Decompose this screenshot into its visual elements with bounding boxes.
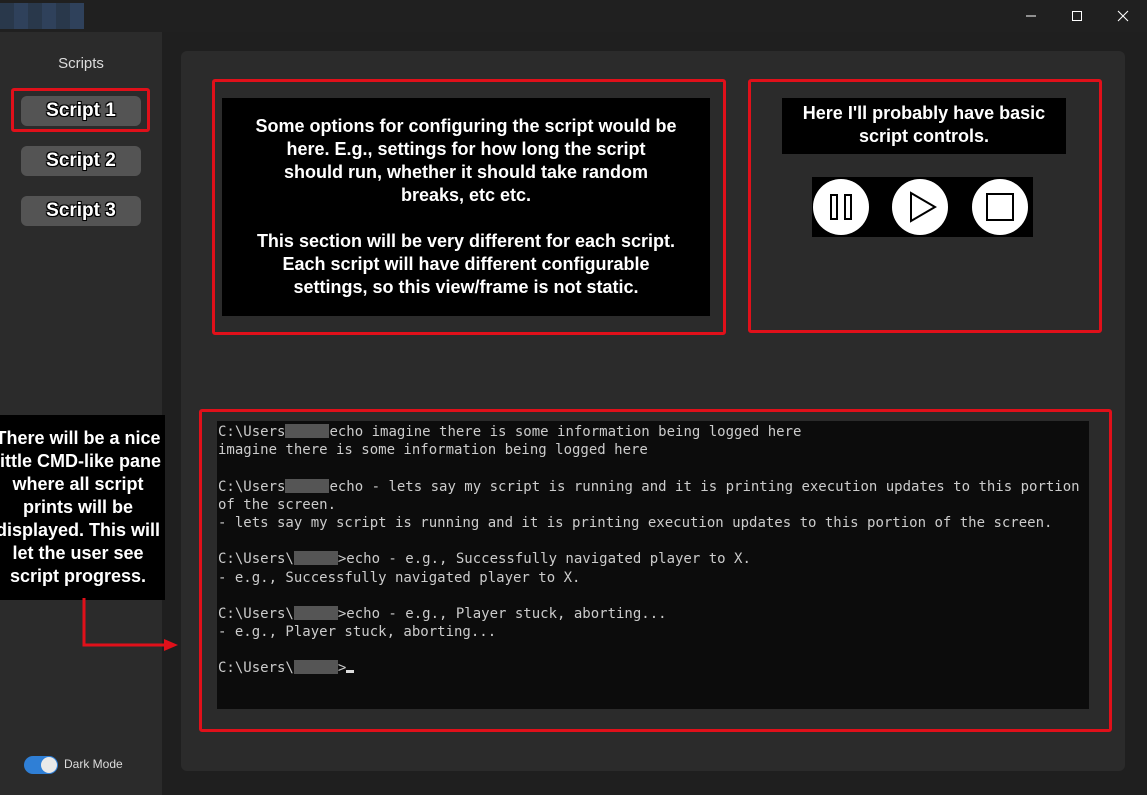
sidebar-item-script-2[interactable]: Script 2: [21, 146, 141, 176]
dark-mode-toggle[interactable]: [24, 756, 58, 774]
console-command: >: [337, 660, 347, 677]
console-prompt: C:\Users\: [218, 660, 294, 677]
console-command: echo imagine there is some information b…: [329, 424, 802, 440]
console-line: - e.g., Player stuck, aborting...: [218, 624, 497, 641]
redacted-username: [293, 660, 338, 675]
title-bar: [0, 0, 1147, 32]
sidebar-title: Scripts: [58, 55, 104, 72]
console-line: C:\Users\ >echo - e.g., Player stuck, abo…: [218, 605, 1089, 623]
selected-highlight: [11, 88, 150, 132]
stop-icon: [986, 193, 1014, 221]
console-line: C:\Users echo - lets say my script is run…: [218, 478, 1089, 496]
redacted-username: [293, 551, 338, 566]
console-prompt: C:\Users\: [218, 605, 294, 622]
play-icon: [910, 191, 937, 223]
stop-button[interactable]: [972, 179, 1028, 235]
close-icon: [1117, 10, 1129, 22]
console-line: - lets say my script is running and it i…: [218, 514, 1053, 531]
redacted-username: [293, 605, 338, 620]
pause-icon: [830, 194, 852, 220]
console-line: imagine there is some information being …: [218, 442, 648, 459]
app-window: Scripts Script 1 Script 2 Script 3 Dark …: [0, 0, 1147, 795]
annotation-text: There will be a nice little CMD-like pan…: [0, 428, 162, 586]
config-paragraph-1: Some options for configuring the script …: [255, 116, 677, 205]
config-panel: Some options for configuring the script …: [222, 98, 710, 316]
controls-caption: Here I'll probably have basic script con…: [782, 98, 1066, 154]
redacted-username: [285, 424, 330, 438]
console-line: of the screen.: [218, 496, 337, 513]
console-line: - e.g., Successfully navigated player to…: [218, 569, 581, 586]
console-command: echo - lets say my script is running and…: [329, 478, 1080, 495]
app-icon: [0, 3, 84, 29]
console-cursor: [346, 670, 355, 674]
sidebar: Scripts Script 1 Script 2 Script 3 Dark …: [0, 32, 162, 795]
console-prompt: C:\Users: [218, 478, 286, 495]
sidebar-item-script-3[interactable]: Script 3: [21, 196, 141, 226]
dark-mode-label: Dark Mode: [64, 757, 123, 771]
console-prompt: C:\Users\: [218, 551, 294, 568]
console-command: >echo - e.g., Player stuck, aborting...: [337, 605, 667, 622]
console-pane[interactable]: C:\Users echo imagine there is some infor…: [217, 421, 1089, 709]
annotation-note: There will be a nice little CMD-like pan…: [0, 415, 165, 600]
redacted-username: [285, 478, 330, 493]
maximize-icon: [1072, 11, 1082, 21]
console-line: C:\Users\ >echo - e.g., Successfully navi…: [218, 550, 1089, 568]
console-line: C:\Users echo imagine there is some infor…: [218, 423, 1089, 441]
console-prompt: C:\Users: [218, 424, 286, 440]
console-command: >echo - e.g., Successfully navigated pla…: [337, 551, 751, 568]
minimize-button[interactable]: [1008, 0, 1054, 32]
maximize-button[interactable]: [1054, 0, 1100, 32]
close-button[interactable]: [1100, 0, 1146, 32]
console-line: C:\Users\ >: [218, 659, 1089, 677]
play-button[interactable]: [892, 179, 948, 235]
config-paragraph-2: This section will be very different for …: [256, 231, 676, 297]
script-controls: [812, 177, 1033, 237]
pause-button[interactable]: [813, 179, 869, 235]
toggle-knob: [41, 757, 57, 773]
minimize-icon: [1026, 15, 1036, 17]
